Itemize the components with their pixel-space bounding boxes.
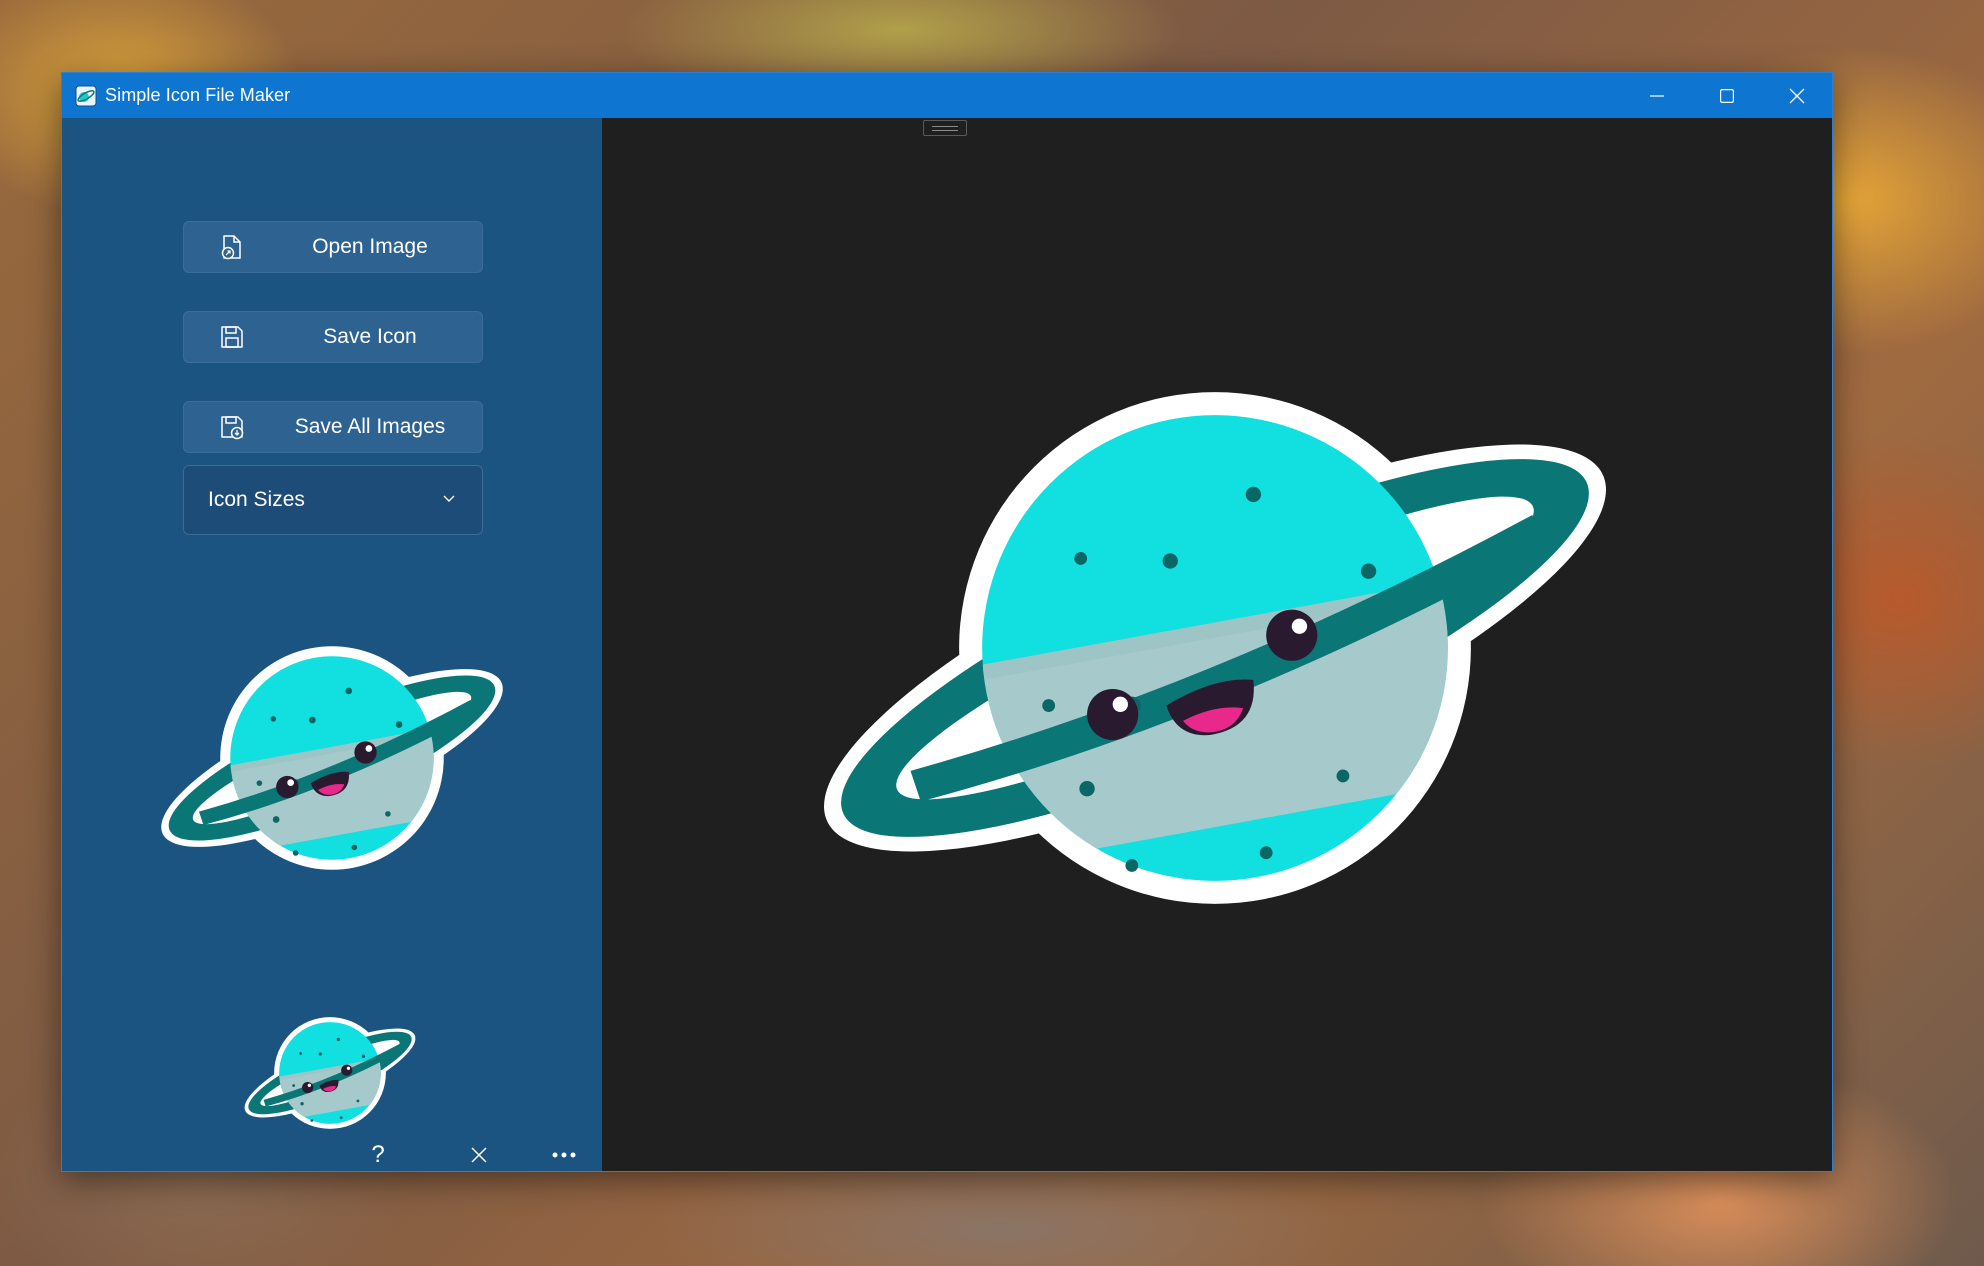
- more-options-button[interactable]: [544, 1135, 584, 1171]
- app-icon: [75, 85, 97, 106]
- window-title: Simple Icon File Maker: [105, 85, 291, 105]
- minimize-button[interactable]: [1622, 73, 1692, 118]
- open-image-label: Open Image: [312, 235, 428, 258]
- icon-sizes-label: Icon Sizes: [208, 488, 305, 511]
- help-button[interactable]: ?: [358, 1135, 398, 1171]
- title-bar[interactable]: Simple Icon File Maker: [62, 73, 1832, 118]
- app-window: Simple Icon File Maker Open Image Save I…: [61, 72, 1833, 1172]
- help-icon: ?: [371, 1141, 385, 1168]
- save-all-images-button[interactable]: Save All Images: [183, 401, 483, 453]
- drag-handle[interactable]: [923, 120, 967, 136]
- icon-preview-small: [235, 998, 425, 1148]
- minimize-icon: [1650, 94, 1664, 97]
- close-button[interactable]: [1762, 73, 1832, 118]
- image-canvas[interactable]: [602, 118, 1832, 1171]
- more-options-icon: [552, 1152, 576, 1158]
- save-icon-label: Save Icon: [323, 325, 417, 348]
- clear-button[interactable]: [459, 1135, 499, 1171]
- maximize-icon: [1720, 88, 1734, 103]
- save-icon: [221, 326, 243, 348]
- save-all-images-label: Save All Images: [294, 415, 446, 438]
- open-image-button[interactable]: Open Image: [183, 221, 483, 273]
- save-icon-button[interactable]: Save Icon: [183, 311, 483, 363]
- chevron-down-icon: [443, 495, 455, 502]
- icon-preview-large: [142, 608, 522, 908]
- sidebar: Open Image Save Icon Save All Images Ico…: [62, 118, 602, 1171]
- clear-icon: [471, 1147, 487, 1163]
- open-file-icon: [221, 235, 241, 260]
- close-icon: [1789, 88, 1805, 103]
- maximize-button[interactable]: [1692, 73, 1762, 118]
- save-all-icon: [221, 416, 244, 440]
- icon-sizes-dropdown[interactable]: Icon Sizes: [183, 465, 483, 535]
- loaded-image: [780, 338, 1650, 958]
